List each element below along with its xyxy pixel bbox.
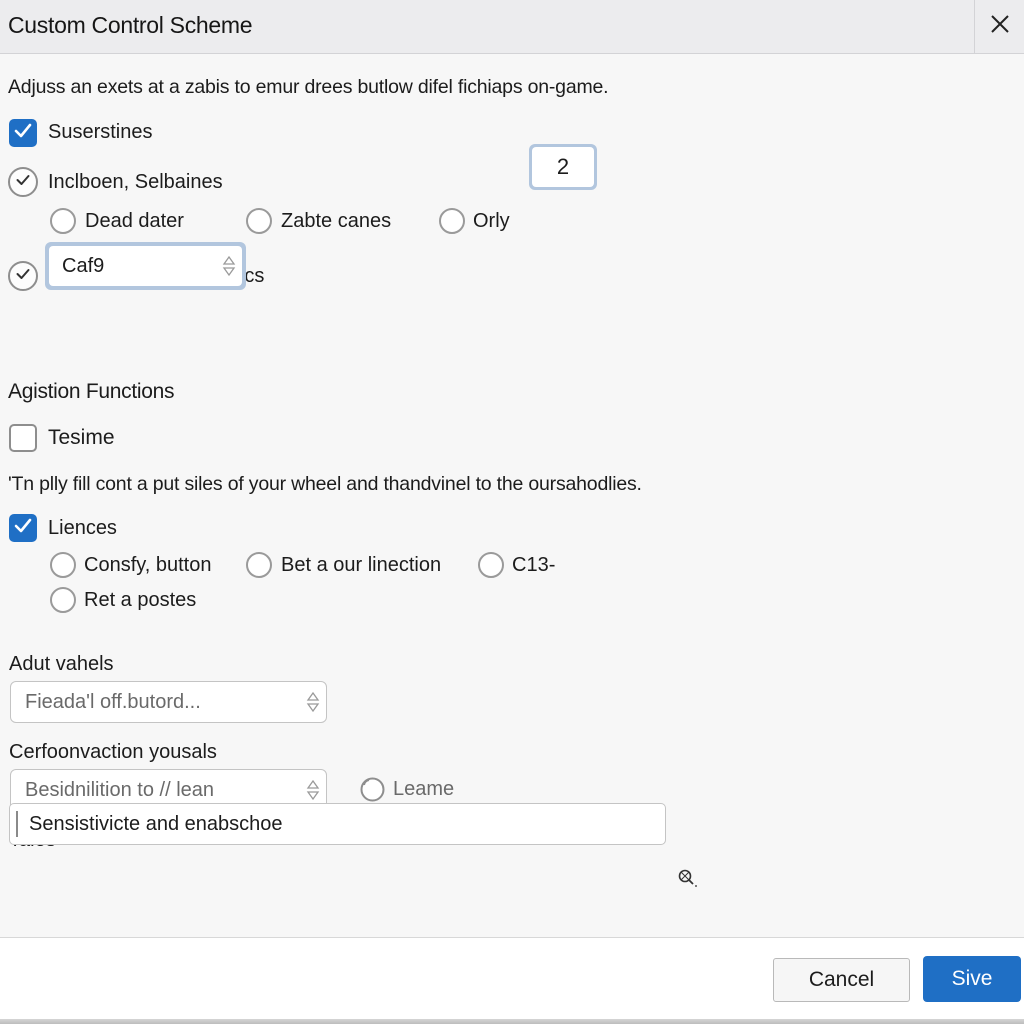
radio-dead-dater-label: Dead dater (85, 210, 184, 232)
tales-input[interactable]: Sensistivicte and enabschoe (9, 803, 666, 845)
stepper-arrows-icon (306, 691, 320, 713)
checkmark-icon (13, 121, 33, 146)
inclboen-toggle[interactable] (8, 167, 38, 197)
tales-search-button[interactable] (677, 868, 699, 895)
radio-orly-label: Orly (473, 210, 510, 232)
radio-zabte-canes[interactable] (246, 208, 272, 234)
footer-edge (0, 1019, 1024, 1024)
suserstines-label: Suserstines (48, 121, 153, 143)
number-input[interactable]: 2 (529, 144, 597, 190)
liences-checkbox[interactable] (9, 514, 37, 542)
oulbrien-select[interactable]: Caf9 (45, 242, 246, 290)
close-button[interactable] (975, 0, 1024, 53)
oulbrien-toggle[interactable] (8, 261, 38, 291)
radio-consfy-button-label: Consfy, button (84, 554, 212, 576)
text-caret (16, 811, 18, 837)
radio-c13[interactable] (478, 552, 504, 578)
section-heading-agistion: Agistion Functions (8, 380, 175, 403)
radio-ret-a-postes[interactable] (50, 587, 76, 613)
oulbrien-select-value: Caf9 (62, 255, 105, 277)
cancel-button[interactable]: Cancel (773, 958, 910, 1002)
description-text: Adjuss an exets at a zabis to emur drees… (8, 76, 609, 98)
close-icon (990, 14, 1010, 39)
cerfoonvaction-placeholder: Besidnilition to // lean (25, 779, 215, 801)
stepper-arrows-icon (222, 255, 236, 277)
search-icon (677, 869, 699, 894)
radio-c13-label: C13- (512, 554, 556, 576)
radio-bet-a-our-linection-label: Bet a our linection (281, 554, 442, 576)
dialog-title: Custom Control Scheme (8, 12, 253, 38)
cerfoonvaction-label: Cerfoonvaction yousals (9, 741, 217, 763)
radio-dead-dater[interactable] (50, 208, 76, 234)
radio-consfy-button[interactable] (50, 552, 76, 578)
number-input-value: 2 (532, 147, 594, 187)
leame-label: Leame (393, 778, 455, 800)
liences-label: Liences (48, 517, 117, 539)
adut-vahels-label: Adut vahels (9, 653, 114, 675)
adut-vahels-placeholder: Fieada'l off.butord... (25, 691, 201, 713)
stepper-arrows-icon (306, 779, 320, 801)
checkmark-icon (15, 266, 31, 287)
checkmark-icon (13, 516, 33, 541)
checkmark-icon (15, 172, 31, 193)
agistion-note: 'Tn plly fill cont a put siles of your w… (8, 473, 642, 495)
adut-vahels-select[interactable]: Fieada'l off.butord... (10, 681, 327, 723)
inclboen-label: Inclboen, Selbaines (48, 171, 223, 193)
tesime-label: Tesime (48, 426, 115, 449)
radio-orly[interactable] (439, 208, 465, 234)
radio-zabte-canes-label: Zabte canes (281, 210, 392, 232)
radio-ret-a-postes-label: Ret a postes (84, 589, 197, 611)
tales-input-value: Sensistivicte and enabschoe (29, 813, 283, 835)
suserstines-checkbox[interactable] (9, 119, 37, 147)
radio-bet-a-our-linection[interactable] (246, 552, 272, 578)
save-button[interactable]: Sive (923, 956, 1021, 1002)
title-bar: Custom Control Scheme (0, 0, 1024, 54)
tesime-checkbox[interactable] (9, 424, 37, 452)
